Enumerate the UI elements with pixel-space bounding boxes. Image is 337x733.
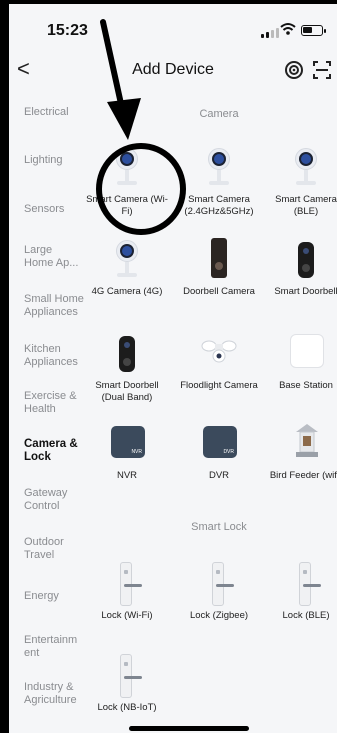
app-screen: 15:23 < Add Device Electrical Lighting S…: [9, 4, 337, 733]
device-bird-feeder[interactable]: Bird Feeder (wifi): [263, 422, 337, 482]
sidebar-item-industry-agriculture[interactable]: Industry & Agriculture: [24, 681, 86, 707]
sidebar-item-camera-lock[interactable]: Camera & Lock: [24, 438, 84, 464]
floodlight-icon: [199, 332, 239, 376]
dvr-badge: DVR: [223, 449, 234, 455]
device-dvr[interactable]: DVR DVR: [176, 422, 262, 482]
device-label: Bird Feeder (wifi): [269, 470, 337, 481]
nvr-badge: NVR: [131, 449, 142, 455]
home-indicator: [129, 726, 249, 731]
device-smart-doorbell[interactable]: Smart Doorbell: [263, 238, 337, 298]
annotation-circle: [96, 143, 186, 235]
device-label: Lock (NB-IoT): [97, 702, 157, 713]
device-label: Lock (BLE): [282, 610, 330, 621]
doorbell-icon: [107, 332, 147, 376]
sidebar-item-gateway-control[interactable]: Gateway Control: [24, 487, 80, 513]
camera-icon: [107, 238, 147, 282]
device-floodlight-camera[interactable]: Floodlight Camera: [176, 332, 262, 392]
device-lock-ble[interactable]: Lock (BLE): [263, 562, 337, 622]
device-label: Base Station: [279, 380, 333, 391]
sidebar-item-exercise-health[interactable]: Exercise & Health: [24, 390, 84, 416]
device-lock-zigbee[interactable]: Lock (Zigbee): [176, 562, 262, 622]
sidebar-item-small-home-appliances[interactable]: Small Home Appliances: [24, 293, 88, 319]
device-label: Doorbell Camera: [183, 286, 255, 297]
device-doorbell-camera[interactable]: Doorbell Camera: [176, 238, 262, 298]
device-label: NVR: [116, 470, 138, 481]
device-label: Smart Doorbell (Dual Band): [95, 380, 159, 403]
lock-icon: [199, 562, 239, 606]
device-label: Floodlight Camera: [180, 380, 258, 391]
base-station-icon: [286, 332, 326, 376]
nvr-icon: NVR: [107, 422, 147, 466]
device-smart-doorbell-dual-band[interactable]: Smart Doorbell (Dual Band): [84, 332, 170, 404]
doorbell-icon: [199, 238, 239, 282]
section-title-smart-lock: Smart Lock: [191, 521, 247, 533]
device-nvr[interactable]: NVR NVR: [84, 422, 170, 482]
sidebar-item-kitchen-appliances[interactable]: Kitchen Appliances: [24, 343, 88, 369]
lock-icon: [286, 562, 326, 606]
dvr-icon: DVR: [199, 422, 239, 466]
sidebar-item-large-home-appliances[interactable]: Large Home Ap...: [24, 244, 82, 270]
device-lock-wifi[interactable]: Lock (Wi-Fi): [84, 562, 170, 622]
sidebar-item-outdoor-travel[interactable]: Outdoor Travel: [24, 536, 80, 562]
device-label: Lock (Zigbee): [189, 610, 249, 621]
device-label: Smart Doorbell: [274, 286, 337, 297]
device-base-station[interactable]: Base Station: [263, 332, 337, 392]
doorbell-icon: [286, 238, 326, 282]
lock-icon: [107, 562, 147, 606]
device-label: Lock (Wi-Fi): [101, 610, 153, 621]
device-lock-nb-iot[interactable]: Lock (NB-IoT): [84, 654, 170, 714]
device-4g-camera[interactable]: 4G Camera (4G): [84, 238, 170, 298]
sidebar-item-entertainment[interactable]: Entertainm ent: [24, 634, 80, 660]
device-label: 4G Camera (4G): [91, 286, 163, 297]
lock-icon: [107, 654, 147, 698]
device-label: DVR: [208, 470, 230, 481]
bird-feeder-icon: [286, 422, 326, 466]
